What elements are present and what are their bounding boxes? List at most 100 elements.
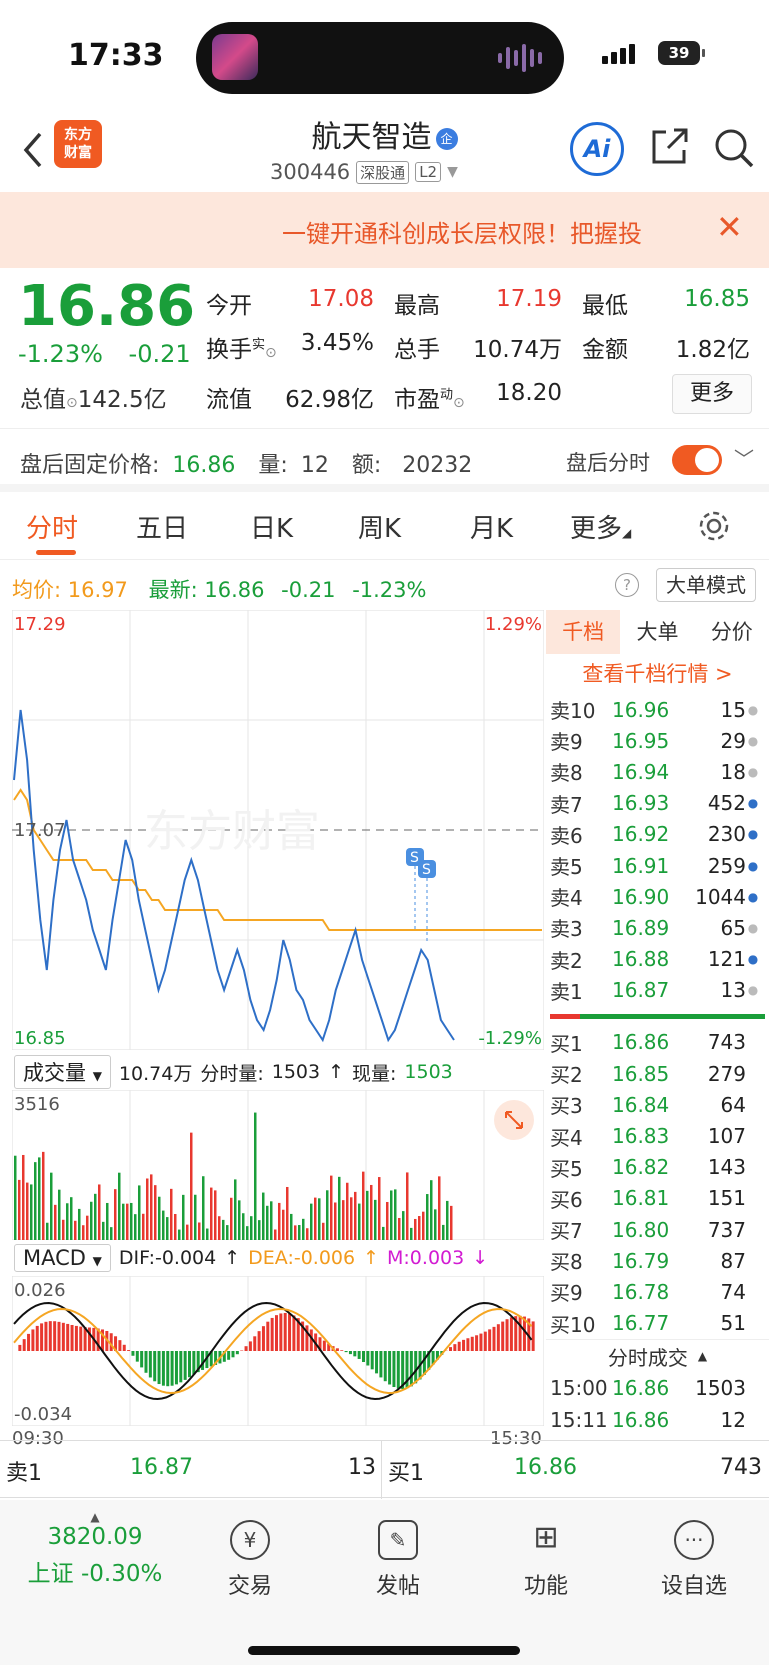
dynamic-island[interactable] [196,22,564,94]
volume-bar [270,1201,273,1240]
volume-bar [422,1211,425,1240]
tab-thousand-levels[interactable]: 千档 [546,610,621,654]
settings-gear-icon[interactable] [696,508,732,544]
tab-five-day[interactable]: 五日 [136,508,188,545]
macd-bar [392,1351,396,1388]
sell-signal-marker[interactable]: S S [406,848,436,942]
volume-bar [14,1155,17,1240]
bid-level: 买9 [550,1281,583,1306]
bid-price: 16.77 [612,1311,670,1336]
info-dots-icon[interactable]: ⊙ [453,395,465,411]
volume-bar [58,1189,61,1240]
bid-volume: 743 [707,1030,746,1055]
volume-chart[interactable]: 3516 [12,1090,544,1240]
chevron-down-icon[interactable]: ﹀ [734,443,754,472]
trades-title: 分时成交 [607,1345,688,1370]
info-dots-icon[interactable]: ⊙ [66,395,78,411]
tab-monthly-k[interactable]: 月K [470,508,513,545]
volume-bar [46,1222,49,1240]
nav-functions[interactable]: ⊞ 功能 [486,1520,606,1600]
ask-row[interactable]: 卖2 16.88 121 ● [546,944,769,975]
tab-daily-k[interactable]: 日K [250,508,293,545]
ask-row[interactable]: 卖4 16.90 1044 ● [546,881,769,912]
trades-header[interactable]: 分时成交 ▲ [546,1338,769,1373]
macd-bar [457,1341,461,1351]
macd-selector[interactable]: MACD ▼ [14,1244,111,1272]
bid-price: 16.78 [612,1279,670,1304]
audio-wave-icon [498,44,542,72]
search-icon[interactable] [712,126,756,170]
ask-row[interactable]: 卖3 16.89 65 ● [546,912,769,943]
ask-volume: 29 [720,728,746,753]
ask-row[interactable]: 卖10 16.96 15 ● [546,694,769,725]
ask-row[interactable]: 卖7 16.93 452 ● [546,788,769,819]
promo-banner[interactable]: 一键开通科创成长层权限！把握投 ✕ [0,192,769,268]
tab-more[interactable]: 更多◢ [570,508,631,545]
quote-panel: 16.86 -1.23% -0.21 今开 17.08 最高 17.19 最低 … [0,268,769,428]
more-button[interactable]: 更多 [672,374,752,414]
info-dots-icon[interactable]: ⊙ [265,345,277,361]
tab-intraday[interactable]: 分时 [26,508,78,545]
bid-row[interactable]: 买5 16.82 143 [546,1152,769,1183]
volume-bar [274,1229,277,1240]
level-dot-icon: ● [747,858,759,873]
volume-bar [286,1186,289,1240]
nav-trade[interactable]: ¥ 交易 [190,1520,310,1600]
ai-assistant-button[interactable]: Ai [570,122,624,176]
bid-row[interactable]: 买4 16.83 107 [546,1120,769,1151]
macd-chart[interactable]: 0.026 -0.034 [12,1276,544,1426]
view-levels-link[interactable]: 查看千档行情 > [546,654,769,694]
bid-row[interactable]: 买8 16.79 87 [546,1245,769,1276]
index-ticker[interactable]: ▲ 3820.09 上证 -0.30% [20,1510,170,1588]
float-value: 62.98亿 [285,387,374,413]
big-order-mode-button[interactable]: 大单模式 [656,568,756,602]
volume-bar [314,1197,317,1240]
macd-dea: DEA:-0.006 [248,1247,356,1269]
bid-row[interactable]: 买9 16.78 74 [546,1276,769,1307]
ask-row[interactable]: 卖9 16.95 29 ● [546,725,769,756]
volume-bar [446,1200,449,1240]
trade-time: 15:11 [550,1407,608,1432]
volume-bar [322,1222,325,1240]
volume-bar [206,1228,209,1240]
nav-post[interactable]: ✎ 发帖 [338,1520,458,1600]
macd-bar [192,1351,196,1375]
ask-row[interactable]: 卖1 16.87 13 ● [546,975,769,1006]
volume-selector[interactable]: 成交量 ▼ [14,1055,111,1089]
close-icon[interactable]: ✕ [716,208,743,246]
share-icon[interactable] [648,126,690,168]
bid-volume: 143 [707,1155,746,1180]
ask-row[interactable]: 卖8 16.94 18 ● [546,756,769,787]
bid-row[interactable]: 买1 16.86 743 [546,1027,769,1058]
volume-bar [406,1172,409,1240]
volume-bar [230,1197,233,1240]
help-icon[interactable]: ? [615,573,639,597]
macd-bar [253,1336,257,1351]
volume-bar [266,1205,269,1240]
bid-row[interactable]: 买2 16.85 279 [546,1058,769,1089]
volume-bar [114,1189,117,1240]
ask-row[interactable]: 卖5 16.91 259 ● [546,850,769,881]
nav-watchlist[interactable]: ··· 设自选 [634,1520,754,1600]
mktcap-value: 142.5亿 [77,387,167,413]
tab-weekly-k[interactable]: 周K [358,508,401,545]
ask-row[interactable]: 卖6 16.92 230 ● [546,819,769,850]
bid-row[interactable]: 买6 16.81 151 [546,1183,769,1214]
bid-row[interactable]: 买7 16.80 737 [546,1214,769,1245]
after-hours-toggle[interactable] [672,445,722,475]
tab-price-dist[interactable]: 分价 [695,610,769,654]
quick-bid-ask-bar: 卖1 16.87 13 买1 16.86 743 [0,1440,769,1499]
macd-bar [131,1351,135,1356]
stock-code-row[interactable]: 300446 深股通 L2 ▼ [270,160,458,184]
expand-icon[interactable] [494,1100,534,1140]
intraday-price-chart[interactable]: 东方财富 17.29 17.07 16.85 1.29% -1.29% S S [12,610,544,1050]
tab-big-orders[interactable]: 大单 [620,610,694,654]
volume-bar [414,1218,417,1240]
float-label: 流值 [206,387,252,413]
macd-bar [340,1350,344,1351]
bid-row[interactable]: 买3 16.84 64 [546,1089,769,1120]
bid-row[interactable]: 买10 16.77 51 [546,1308,769,1339]
volume-bar [70,1197,73,1240]
volume-bar [306,1228,309,1240]
after-amt: 20232 [402,453,473,478]
